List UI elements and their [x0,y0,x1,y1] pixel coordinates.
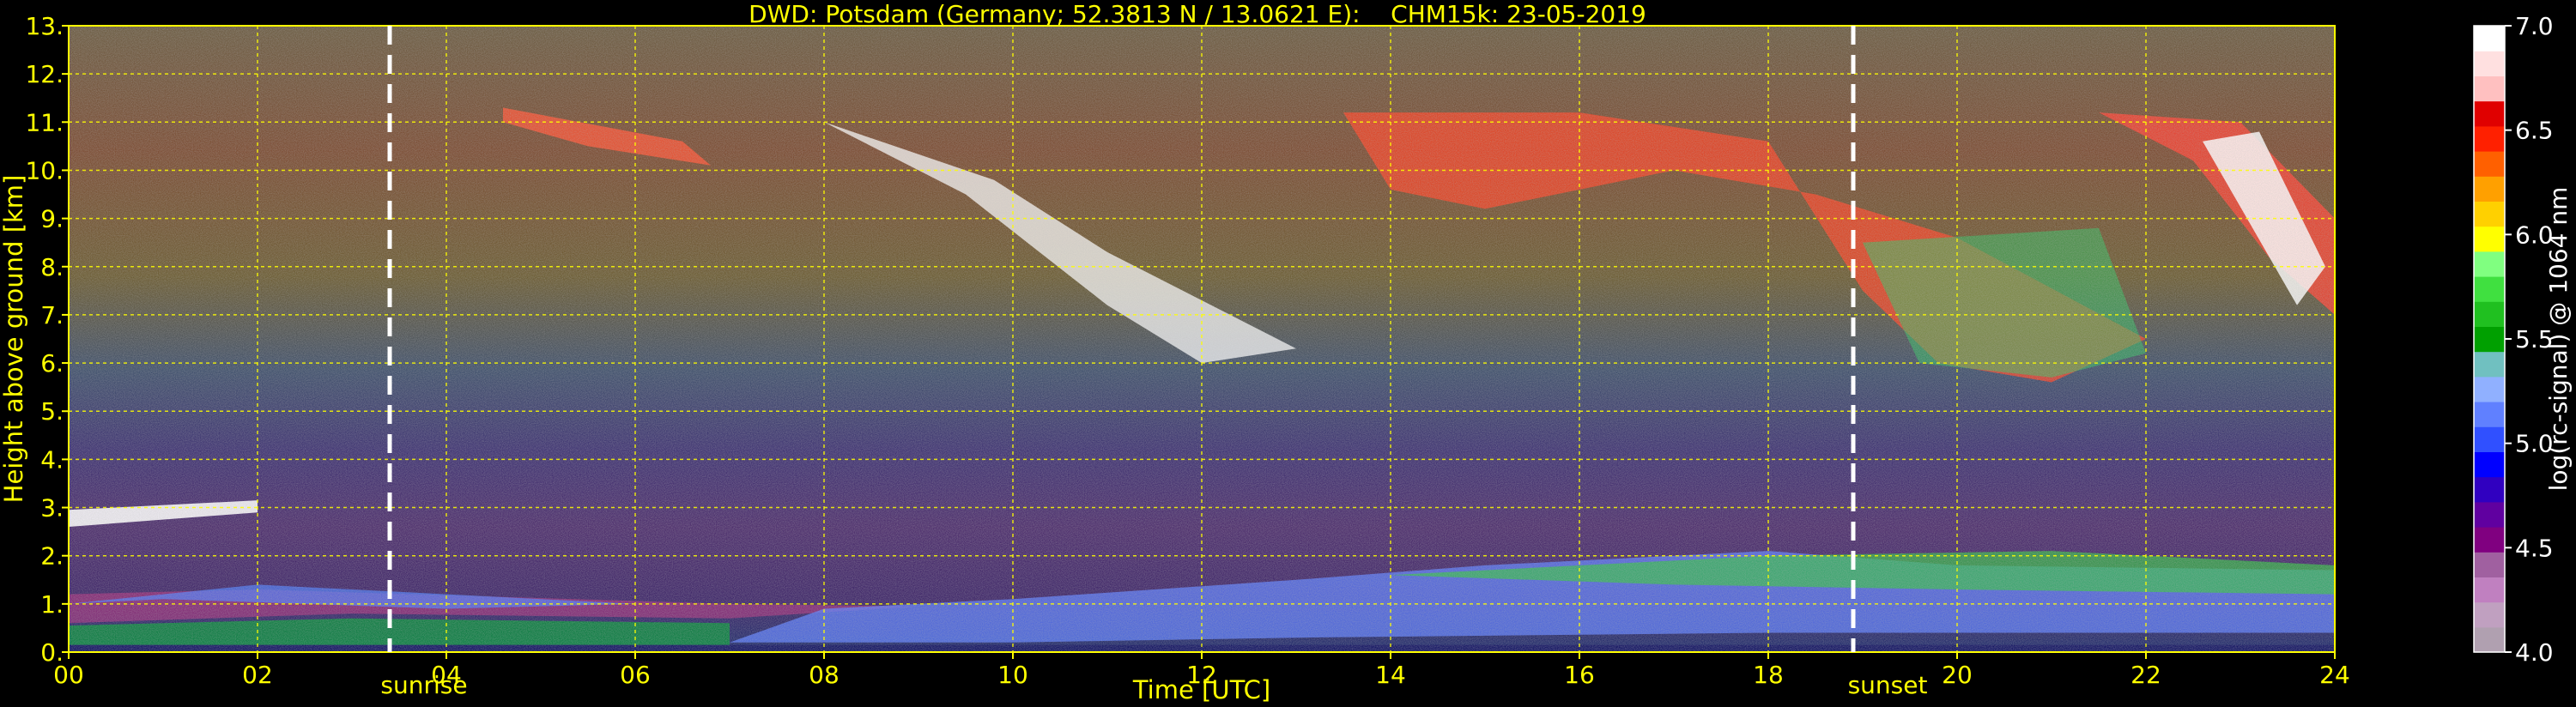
sunset-label: sunset [1848,671,1928,699]
colorbar-step [2474,601,2505,628]
ceilometer-chart: 00 02 04 06 08 10 12 14 16 18 20 22 240.1.2.3.4.5.6.… [0,12,2573,704]
colorbar-step [2474,26,2505,51]
colorbar-tick-label: 4.5 [2515,534,2554,562]
colorbar-tick-label: 4.0 [2515,638,2554,667]
y-tick-label: 3. [40,494,64,523]
colorbar-step [2474,451,2505,478]
y-tick-label: 12. [25,60,64,88]
x-tick-label: 02 [242,661,273,689]
colorbar-step [2474,376,2505,402]
x-tick-label: 24 [2319,661,2350,689]
colorbar-tick-label: 7.0 [2515,12,2554,40]
colorbar-step [2474,326,2505,353]
colorbar-step [2474,251,2505,277]
y-tick-label: 1. [40,590,64,619]
y-tick-label: 0. [40,638,64,667]
colorbar-step [2474,226,2505,252]
sunrise-label: sunrise [380,671,467,699]
x-tick-label: 20 [1942,661,1973,689]
colorbar-step [2474,402,2505,427]
colorbar-step [2474,476,2505,503]
y-tick-label: 9. [40,205,64,233]
colorbar-step [2474,100,2505,127]
colorbar-step [2474,176,2505,202]
colorbar-step [2474,577,2505,603]
colorbar-step [2474,426,2505,452]
colorbar-step [2474,51,2505,76]
y-tick-label: 2. [40,542,64,571]
x-tick-label: 22 [2131,661,2161,689]
colorbar-step [2474,125,2505,152]
colorbar-tick-label: 6.5 [2515,117,2554,145]
x-tick-label: 16 [1564,661,1595,689]
colorbar-step [2474,501,2505,528]
x-tick-label: 06 [620,661,651,689]
x-tick-label: 10 [997,661,1028,689]
x-tick-label: 18 [1753,661,1784,689]
colorbar-step [2474,527,2505,553]
colorbar-step [2474,276,2505,302]
noise-overlay [69,26,2335,652]
y-tick-label: 6. [40,349,64,378]
colorbar-step [2474,626,2505,653]
colorbar-label: log(rc-signal) @ 1064 nm [2544,187,2573,492]
y-tick-label: 13. [25,12,64,40]
colorbar-step [2474,76,2505,102]
colorbar-step [2474,351,2505,378]
colorbar-step [2474,201,2505,227]
colorbar-step [2474,301,2505,327]
x-tick-label: 08 [809,661,839,689]
y-tick-label: 8. [40,253,64,281]
x-axis-label: Time [UTC] [1132,675,1270,704]
x-tick-label: 14 [1375,661,1406,689]
ceilometer-figure: DWD: Potsdam (Germany; 52.3813 N / 13.06… [0,0,2576,707]
colorbar-step [2474,151,2505,177]
y-tick-label: 4. [40,445,64,474]
y-axis-label: Height above ground [km] [0,175,28,504]
y-tick-label: 5. [40,397,64,426]
y-tick-label: 7. [40,301,64,329]
colorbar-step [2474,552,2505,577]
y-tick-label: 10. [25,156,64,184]
y-tick-label: 11. [25,108,64,136]
